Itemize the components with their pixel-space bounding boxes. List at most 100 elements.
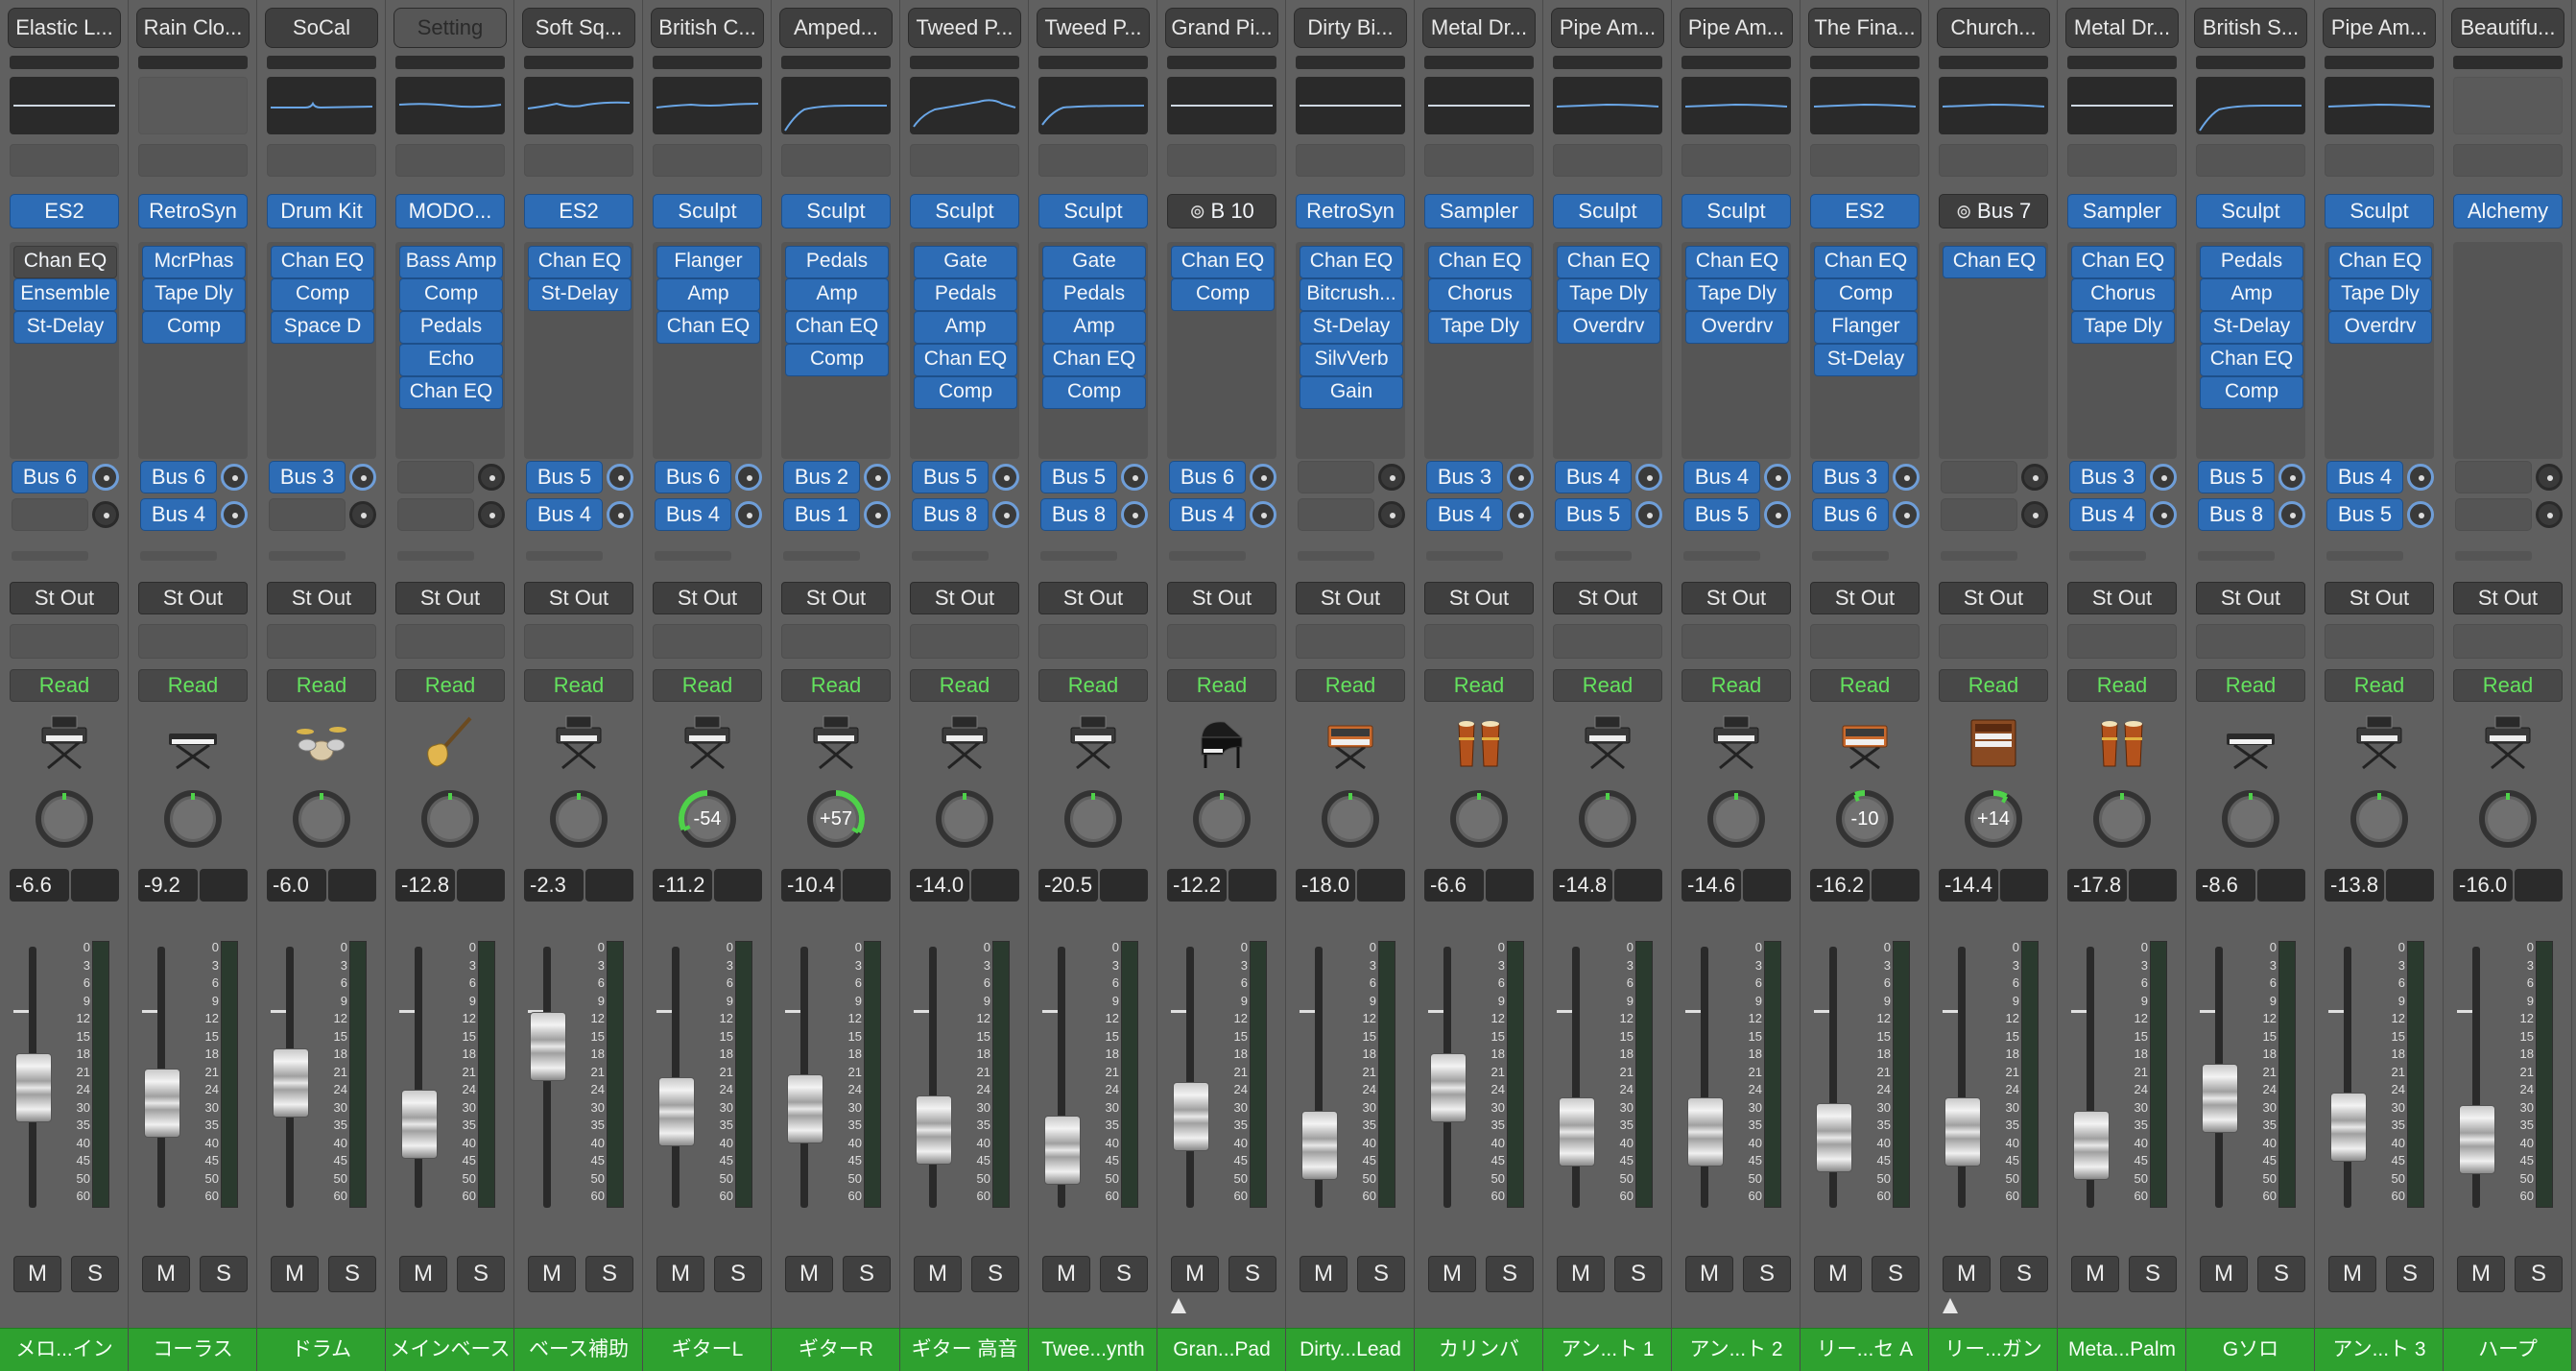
mute-button[interactable]: M	[271, 1256, 319, 1292]
channel-setting-button[interactable]: Church...	[1937, 8, 2050, 48]
eq-thumbnail[interactable]	[1167, 77, 1276, 134]
group-slot[interactable]	[395, 624, 505, 659]
send-slot-2[interactable]: Bus 4	[140, 498, 217, 531]
track-name-label[interactable]: Gソロ	[2186, 1328, 2314, 1371]
mute-button[interactable]: M	[656, 1256, 704, 1292]
send-level-knob-1[interactable]	[349, 464, 376, 491]
group-slot[interactable]	[1167, 624, 1276, 659]
track-name-label[interactable]: ギターR	[772, 1328, 899, 1371]
audio-fx-slot[interactable]: Chan EQ	[1685, 246, 1789, 278]
midi-fx-slot[interactable]	[10, 144, 119, 177]
channel-setting-button[interactable]: Metal Dr...	[1422, 8, 1536, 48]
mute-button[interactable]: M	[2071, 1256, 2119, 1292]
audio-fx-slot[interactable]: Tape Dly	[1428, 311, 1532, 344]
automation-mode-button[interactable]: Read	[524, 669, 633, 702]
midi-fx-slot[interactable]	[1682, 144, 1791, 177]
instrument-slot[interactable]: Sculpt	[910, 194, 1019, 228]
solo-button[interactable]: S	[1743, 1256, 1791, 1292]
volume-fader-handle[interactable]	[787, 1073, 823, 1143]
solo-button[interactable]: S	[2129, 1256, 2177, 1292]
instrument-slot[interactable]: Sculpt	[1038, 194, 1148, 228]
automation-mode-button[interactable]: Read	[653, 669, 762, 702]
grand-piano-icon[interactable]	[1196, 712, 1248, 770]
eq-thumbnail[interactable]	[1810, 77, 1920, 134]
eq-thumbnail[interactable]	[1296, 77, 1405, 134]
midi-fx-slot[interactable]	[395, 144, 505, 177]
solo-button[interactable]: S	[1357, 1256, 1405, 1292]
midi-fx-slot[interactable]	[1296, 144, 1405, 177]
automation-mode-button[interactable]: Read	[910, 669, 1019, 702]
volume-fader-handle[interactable]	[2459, 1105, 2495, 1175]
volume-readout[interactable]: -20.5	[1038, 869, 1098, 902]
midi-fx-slot[interactable]	[1424, 144, 1534, 177]
mute-button[interactable]: M	[399, 1256, 447, 1292]
synth-icon[interactable]	[1710, 712, 1762, 770]
send-level-knob-2[interactable]	[864, 501, 891, 528]
mute-button[interactable]: M	[528, 1256, 576, 1292]
audio-fx-slot[interactable]: Pedals	[914, 278, 1017, 311]
send-level-knob-2[interactable]	[92, 501, 119, 528]
audio-fx-slot[interactable]: Chan EQ	[271, 246, 374, 278]
instrument-slot[interactable]: Sculpt	[1682, 194, 1791, 228]
group-slot[interactable]	[1296, 624, 1405, 659]
send-slot-1[interactable]: Bus 5	[526, 461, 603, 493]
send-level-knob-2[interactable]	[1893, 501, 1920, 528]
send-slot-3[interactable]	[912, 551, 989, 561]
volume-fader-handle[interactable]	[2202, 1063, 2238, 1133]
instrument-slot[interactable]: Sculpt	[2325, 194, 2434, 228]
eq-thumbnail[interactable]	[2325, 77, 2434, 134]
group-slot[interactable]	[2325, 624, 2434, 659]
automation-mode-button[interactable]: Read	[2196, 669, 2305, 702]
send-slot-3[interactable]	[1812, 551, 1889, 561]
send-level-knob-2[interactable]	[1507, 501, 1534, 528]
mute-button[interactable]: M	[1042, 1256, 1090, 1292]
solo-button[interactable]: S	[585, 1256, 633, 1292]
audio-fx-slot[interactable]: Comp	[1042, 376, 1146, 409]
audio-fx-slot[interactable]: Chan EQ	[914, 344, 1017, 376]
send-level-knob-1[interactable]	[1250, 464, 1276, 491]
pan-knob[interactable]	[420, 789, 480, 849]
volume-readout[interactable]: -8.6	[2196, 869, 2255, 902]
audio-fx-slot[interactable]: Space D	[271, 311, 374, 344]
track-name-label[interactable]: Dirty...Lead	[1286, 1328, 1414, 1371]
midi-fx-slot[interactable]	[1038, 144, 1148, 177]
output-slot[interactable]: St Out	[2325, 582, 2434, 614]
pan-knob[interactable]	[935, 789, 994, 849]
midi-fx-slot[interactable]	[1553, 144, 1662, 177]
automation-mode-button[interactable]: Read	[1682, 669, 1791, 702]
volume-fader-handle[interactable]	[1173, 1081, 1209, 1151]
automation-mode-button[interactable]: Read	[1810, 669, 1920, 702]
send-slot-2[interactable]: Bus 5	[2326, 498, 2403, 531]
solo-button[interactable]: S	[714, 1256, 762, 1292]
audio-fx-slot[interactable]: Amp	[914, 311, 1017, 344]
send-slot-2[interactable]: Bus 5	[1555, 498, 1632, 531]
send-slot-1[interactable]: Bus 3	[2069, 461, 2146, 493]
group-slot[interactable]	[653, 624, 762, 659]
instrument-slot[interactable]: Alchemy	[2453, 194, 2563, 228]
audio-fx-slot[interactable]: Comp	[271, 278, 374, 311]
track-name-label[interactable]: Gran...Pad	[1157, 1328, 1285, 1371]
send-level-knob-2[interactable]	[2021, 501, 2048, 528]
track-name-label[interactable]: ギター 高音	[900, 1328, 1028, 1371]
send-slot-1[interactable]: Bus 5	[912, 461, 989, 493]
channel-setting-button[interactable]: Pipe Am...	[1551, 8, 1664, 48]
audio-fx-slot[interactable]: Gate	[1042, 246, 1146, 278]
eq-thumbnail[interactable]	[1682, 77, 1791, 134]
send-level-knob-1[interactable]	[1635, 464, 1662, 491]
send-level-knob-1[interactable]	[607, 464, 633, 491]
synth-icon[interactable]	[1582, 712, 1634, 770]
audio-fx-slot[interactable]: Comp	[1814, 278, 1918, 311]
audio-fx-slot[interactable]: Comp	[1171, 278, 1275, 311]
send-slot-2[interactable]: Bus 6	[1812, 498, 1889, 531]
volume-readout[interactable]: -6.6	[1424, 869, 1484, 902]
mute-button[interactable]: M	[1300, 1256, 1348, 1292]
send-level-knob-1[interactable]	[2150, 464, 2177, 491]
output-slot[interactable]: St Out	[395, 582, 505, 614]
audio-fx-slot[interactable]: Pedals	[2200, 246, 2303, 278]
volume-fader-handle[interactable]	[2330, 1092, 2367, 1162]
channel-setting-button[interactable]: Rain Clo...	[136, 8, 250, 48]
midi-fx-slot[interactable]	[2453, 144, 2563, 177]
audio-fx-slot[interactable]: St-Delay	[528, 278, 632, 311]
channel-setting-button[interactable]: Soft Sq...	[522, 8, 635, 48]
audio-fx-slot[interactable]: Bass Amp	[399, 246, 503, 278]
